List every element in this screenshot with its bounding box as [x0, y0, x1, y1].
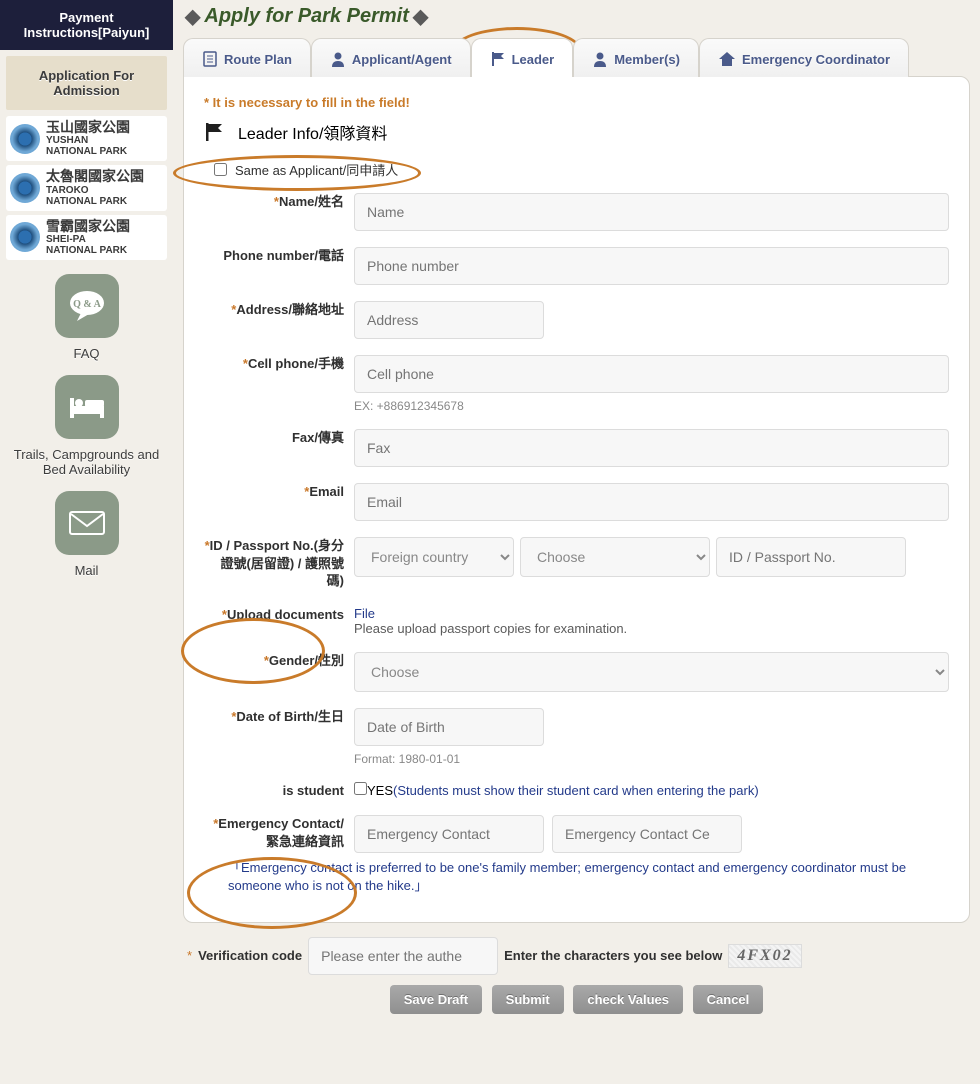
section-header: Leader Info/領隊資料: [204, 120, 949, 144]
required-notice: * It is necessary to fill in the field!: [204, 95, 949, 110]
upload-label: Upload documents: [227, 607, 344, 622]
student-label: is student: [283, 783, 344, 798]
same-as-applicant-label: Same as Applicant/同申請人: [235, 160, 398, 179]
park-logo-icon: [10, 222, 40, 252]
check-values-button[interactable]: check Values: [573, 985, 683, 1014]
cancel-button[interactable]: Cancel: [693, 985, 764, 1014]
mail-label: Mail: [75, 563, 99, 578]
dob-hint: Format: 1980-01-01: [354, 752, 949, 766]
application-admission-header: Application For Admission: [6, 56, 167, 110]
tab-applicant[interactable]: Applicant/Agent: [311, 38, 471, 77]
cellphone-label: Cell phone/手機: [248, 356, 344, 371]
document-icon: [202, 51, 218, 67]
fax-label: Fax/傳真: [292, 430, 344, 445]
sidebar: Payment Instructions[Paiyun] Application…: [0, 0, 173, 1024]
person-icon: [330, 51, 346, 67]
address-input[interactable]: [354, 301, 544, 339]
verification-hint: Enter the characters you see below: [504, 948, 722, 963]
cellphone-hint: EX: +886912345678: [354, 399, 949, 413]
name-label: Name/姓名: [279, 194, 344, 209]
verification-label: Verification code: [198, 948, 302, 963]
upload-file-link[interactable]: File: [354, 606, 375, 621]
emergency-contact-note: 「Emergency contact is preferred to be on…: [228, 859, 949, 895]
gender-select[interactable]: Choose: [354, 652, 949, 692]
tab-bar: Route Plan Applicant/Agent Leader Member…: [183, 37, 970, 76]
person-icon: [592, 51, 608, 67]
trails-label: Trails, Campgrounds and Bed Availability: [0, 447, 173, 477]
id-label: ID / Passport No.(身分證號(居留證) / 護照號碼): [210, 538, 344, 588]
page-title: ◆Apply for Park Permit◆: [185, 4, 970, 29]
faq-label: FAQ: [73, 346, 99, 361]
emergency-contact-label: Emergency Contact/緊急連絡資訊: [218, 816, 344, 849]
dob-input[interactable]: [354, 708, 544, 746]
park-taroko[interactable]: 太魯閣國家公園TAROKONATIONAL PARK: [6, 165, 167, 210]
home-icon: [718, 51, 736, 67]
bed-icon: [55, 375, 119, 439]
student-note: (Students must show their student card w…: [393, 783, 759, 798]
same-as-applicant-row: Same as Applicant/同申請人: [214, 160, 949, 179]
address-label: Address/聯絡地址: [236, 302, 344, 317]
same-as-applicant-checkbox[interactable]: [214, 163, 227, 176]
faq-link[interactable]: Q & A FAQ: [0, 274, 173, 361]
tab-route-plan[interactable]: Route Plan: [183, 38, 311, 77]
mail-icon: [55, 491, 119, 555]
qa-bubble-icon: Q & A: [55, 274, 119, 338]
tab-members[interactable]: Member(s): [573, 38, 699, 77]
mail-link[interactable]: Mail: [0, 491, 173, 578]
save-draft-button[interactable]: Save Draft: [390, 985, 482, 1014]
park-logo-icon: [10, 124, 40, 154]
trails-link[interactable]: Trails, Campgrounds and Bed Availability: [0, 375, 173, 477]
captcha-image: 4FX02: [728, 944, 801, 968]
dob-label: Date of Birth/生日: [236, 709, 344, 724]
button-row: Save Draft Submit check Values Cancel: [183, 985, 970, 1014]
name-input[interactable]: [354, 193, 949, 231]
email-label: Email: [309, 484, 344, 499]
student-yes: YES: [367, 783, 393, 798]
park-yushan[interactable]: 玉山國家公園YUSHANNATIONAL PARK: [6, 116, 167, 161]
verification-row: *Verification code Enter the characters …: [187, 937, 970, 975]
payment-instructions-link[interactable]: Payment Instructions[Paiyun]: [0, 0, 173, 50]
flag-icon: [490, 51, 506, 67]
svg-text:Q & A: Q & A: [73, 299, 102, 310]
fax-input[interactable]: [354, 429, 949, 467]
student-checkbox[interactable]: [354, 782, 367, 795]
emergency-contact-cell-input[interactable]: [552, 815, 742, 853]
verification-input[interactable]: [308, 937, 498, 975]
park-logo-icon: [10, 173, 40, 203]
tab-leader[interactable]: Leader: [471, 38, 574, 77]
upload-note: Please upload passport copies for examin…: [354, 621, 627, 636]
phone-label: Phone number/電話: [223, 248, 344, 263]
id-country-select[interactable]: Foreign country: [354, 537, 514, 577]
phone-input[interactable]: [354, 247, 949, 285]
id-number-input[interactable]: [716, 537, 906, 577]
form-panel: * It is necessary to fill in the field! …: [183, 76, 970, 923]
park-sheipa[interactable]: 雪霸國家公園SHEI-PANATIONAL PARK: [6, 215, 167, 260]
id-choose-select[interactable]: Choose: [520, 537, 710, 577]
flag-icon: [204, 122, 224, 142]
emergency-contact-name-input[interactable]: [354, 815, 544, 853]
email-input[interactable]: [354, 483, 949, 521]
tab-emergency-coordinator[interactable]: Emergency Coordinator: [699, 38, 909, 77]
gender-label: Gender/性別: [269, 653, 344, 668]
submit-button[interactable]: Submit: [492, 985, 564, 1014]
main-content: ◆Apply for Park Permit◆ Route Plan Appli…: [173, 0, 980, 1024]
cellphone-input[interactable]: [354, 355, 949, 393]
